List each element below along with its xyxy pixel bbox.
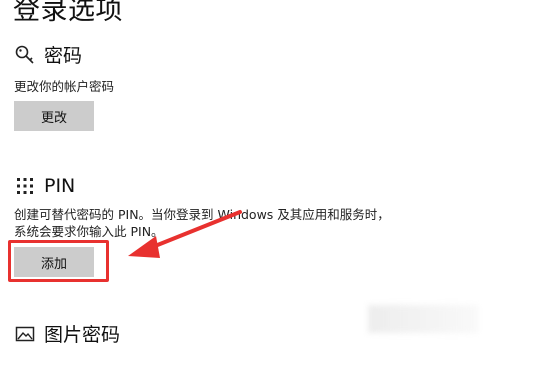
blurred-watermark bbox=[368, 305, 478, 333]
password-description: 更改你的帐户密码 bbox=[14, 79, 115, 94]
pin-description-line2: 系统会要求你输入此 PIN。 bbox=[14, 224, 164, 239]
sign-in-options-page: 登录选项 密码 更改你的帐户密码 更改 PIN 创建可替代密码的 PIN。当你登… bbox=[0, 0, 556, 371]
key-icon bbox=[14, 44, 36, 66]
password-heading: 密码 bbox=[44, 45, 83, 67]
picture-password-heading: 图片密码 bbox=[44, 324, 121, 346]
pin-section-header: PIN bbox=[14, 175, 75, 197]
picture-icon bbox=[14, 323, 36, 345]
keypad-icon bbox=[14, 175, 36, 197]
pin-heading: PIN bbox=[44, 175, 76, 197]
pin-description-line1: 创建可替代密码的 PIN。当你登录到 Windows 及其应用和服务时， bbox=[14, 207, 390, 222]
change-password-button[interactable]: 更改 bbox=[14, 101, 94, 131]
annotation-highlight-box bbox=[8, 240, 109, 282]
page-title: 登录选项 bbox=[13, 0, 123, 26]
password-section-header: 密码 bbox=[14, 41, 82, 68]
picture-password-section-header[interactable]: 图片密码 bbox=[14, 320, 120, 347]
